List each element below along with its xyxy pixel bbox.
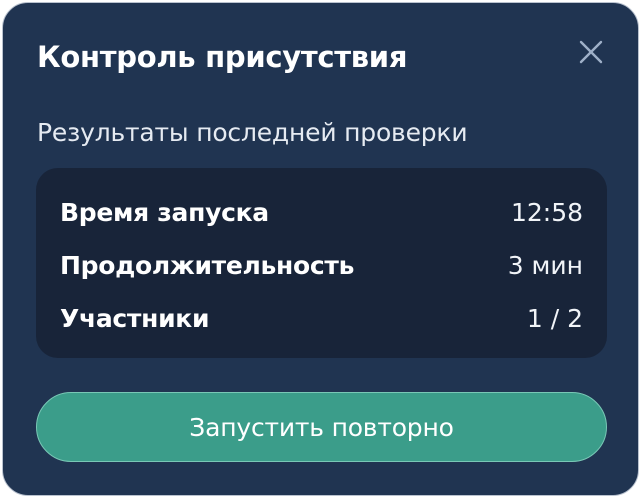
result-value: 3 мин <box>507 250 583 280</box>
result-row-participants: Участники 1 / 2 <box>60 301 583 335</box>
result-label: Продолжительность <box>60 250 355 280</box>
result-row-start-time: Время запуска 12:58 <box>60 195 583 229</box>
result-value: 1 / 2 <box>526 303 583 333</box>
results-panel: Время запуска 12:58 Продолжительность 3 … <box>36 168 607 358</box>
result-label: Время запуска <box>60 197 269 227</box>
attendance-check-dialog: Контроль присутствия Результаты последне… <box>2 2 639 496</box>
close-icon <box>579 40 603 64</box>
restart-button[interactable]: Запустить повторно <box>36 392 607 462</box>
result-row-duration: Продолжительность 3 мин <box>60 248 583 282</box>
close-button[interactable] <box>576 37 606 67</box>
result-value: 12:58 <box>510 197 583 227</box>
result-label: Участники <box>60 303 210 333</box>
dialog-title: Контроль присутствия <box>37 40 408 74</box>
dialog-subtitle: Результаты последней проверки <box>37 118 468 147</box>
